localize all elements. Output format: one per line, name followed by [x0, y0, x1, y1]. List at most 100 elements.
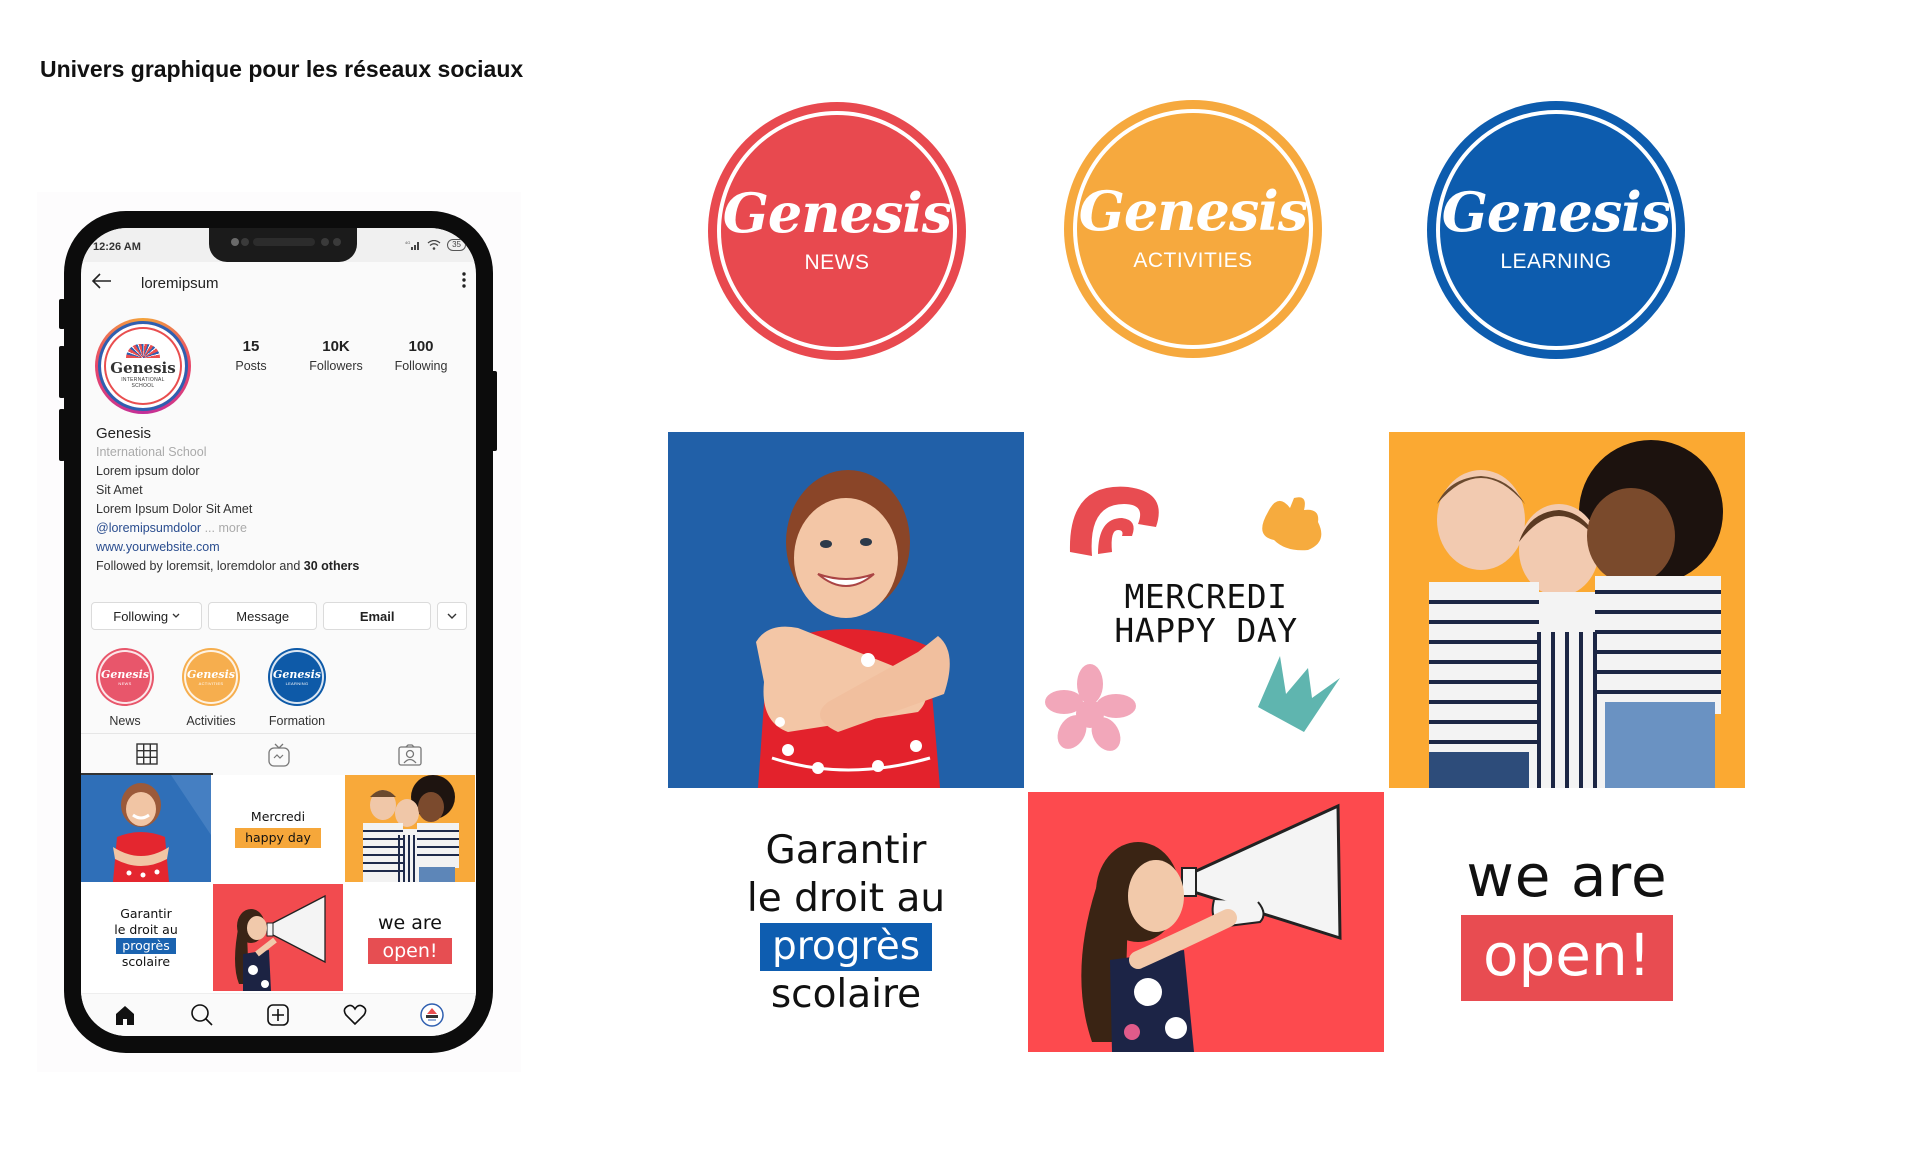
followed-by-and: and [275, 559, 304, 573]
stat-posts[interactable]: 15 Posts [211, 338, 291, 373]
kids-group-photo [363, 775, 459, 882]
svg-text:4G: 4G [405, 240, 410, 245]
nav-add-post[interactable] [263, 1000, 293, 1030]
suggestions-dropdown-button[interactable] [437, 602, 468, 630]
highlight-formation[interactable]: Genesis LEARNING Formation [267, 648, 327, 728]
back-arrow-icon[interactable] [91, 271, 113, 291]
droit-line: le droit au [746, 876, 946, 921]
post-text: Mercredi [250, 809, 306, 824]
highlight-cover: Genesis LEARNING [268, 648, 326, 706]
rainbow-shape-icon [1069, 486, 1159, 556]
logo-brand: Genesis [1078, 179, 1308, 243]
page-title: Univers graphique pour les réseaux socia… [40, 56, 524, 82]
highlight-cover: Genesis NEWS [96, 648, 154, 706]
stat-followers[interactable]: 10K Followers [296, 338, 376, 373]
tile-megaphone [1028, 792, 1384, 1052]
battery-indicator: 35 [447, 239, 466, 251]
phone-volume-up-button [59, 346, 65, 398]
bottom-navigation [81, 993, 476, 1036]
highlight-brand: Genesis [273, 668, 321, 681]
profile-actions: Following Message Email [91, 602, 468, 630]
wifi-icon [427, 240, 441, 250]
post-grid: Mercredi happy day Garantir le droit au … [81, 775, 476, 993]
bio-line: Sit Amet [96, 483, 143, 497]
tab-igtv[interactable] [213, 734, 345, 775]
nav-activity[interactable] [340, 1000, 370, 1030]
add-post-icon [267, 1004, 290, 1026]
highlight-label: News [109, 714, 141, 728]
home-icon [114, 1004, 136, 1026]
post-kids-orange[interactable] [345, 775, 475, 882]
phone-notch [209, 228, 357, 262]
highlight-label: Activities [186, 714, 236, 728]
post-megaphone[interactable] [213, 884, 343, 991]
highlight-sub: ACTIVITIES [198, 681, 224, 686]
avatar-brand: Genesis [110, 358, 176, 377]
message-button[interactable]: Message [208, 602, 317, 630]
post-text: we are [378, 911, 442, 934]
chevron-down-icon [172, 613, 180, 619]
profile-stats: 15 Posts 10K Followers 100 Following [211, 338, 461, 373]
kids-group-photo [1429, 440, 1723, 788]
post-text: scolaire [121, 953, 171, 969]
highlight-news[interactable]: Genesis NEWS News [95, 648, 155, 728]
avatar-logo: Genesis INTERNATIONAL SCHOOL [98, 321, 188, 411]
stat-label: Following [394, 359, 448, 373]
tab-grid[interactable] [81, 734, 213, 775]
girl-hugging-photo [756, 470, 950, 788]
highlight-activities[interactable]: Genesis ACTIVITIES Activities [181, 648, 241, 728]
profile-avatar[interactable]: Genesis INTERNATIONAL SCHOOL [95, 318, 191, 414]
logo-subtitle: ACTIVITIES [1133, 249, 1253, 272]
logo-subtitle: NEWS [804, 251, 870, 274]
bio-mention-link[interactable]: @loremipsumdolor [96, 521, 201, 535]
flower-shape-icon [1045, 664, 1136, 751]
nav-search[interactable] [187, 1000, 217, 1030]
profile-bio: Genesis International School Lorem ipsum… [96, 424, 359, 576]
status-icons: 4G 35 [405, 239, 466, 251]
status-time: 12:26 AM [93, 241, 141, 253]
open-highlight: open! [1461, 915, 1673, 1001]
phone-screen: 12:26 AM 4G 35 loremipsum Genesis INTERN… [81, 228, 476, 1036]
following-label: Following [113, 608, 169, 624]
phone-mockup: 12:26 AM 4G 35 loremipsum Genesis INTERN… [59, 211, 497, 1053]
bio-category: International School [96, 445, 207, 459]
post-girl-blue[interactable] [81, 775, 211, 882]
chevron-down-icon [447, 613, 457, 620]
tab-tagged[interactable] [344, 734, 476, 775]
bio-line: Lorem ipsum dolor [96, 464, 200, 478]
stat-label: Posts [235, 359, 267, 373]
blob-shape-icon [1262, 497, 1322, 551]
bio-name: Genesis [96, 425, 152, 442]
tile-garantir: Garantir le droit au progrès scolaire [668, 792, 1024, 1054]
avatar-subtitle-2: SCHOOL [131, 382, 155, 389]
bio-website-link[interactable]: www.yourwebsite.com [96, 538, 359, 557]
crown-shape-icon [1258, 656, 1340, 732]
more-options-icon[interactable] [462, 272, 466, 288]
following-button[interactable]: Following [91, 602, 203, 630]
post-text-highlight: open! [368, 937, 452, 964]
post-we-are-open[interactable]: we are open! [345, 884, 475, 991]
profile-username: loremipsum [141, 275, 219, 292]
logo-learning: Genesis LEARNING [1427, 101, 1685, 359]
stat-following[interactable]: 100 Following [381, 338, 461, 373]
post-garantir[interactable]: Garantir le droit au progrès scolaire [81, 884, 211, 991]
fan-logo-icon [126, 343, 160, 358]
logo-activities: Genesis ACTIVITIES [1064, 100, 1322, 358]
garantir-line: Garantir [765, 828, 927, 873]
nav-home[interactable] [110, 1000, 140, 1030]
profile-icon [419, 1003, 444, 1027]
email-button[interactable]: Email [322, 602, 432, 630]
followed-by[interactable]: Followed by loremsit, loremdolor and 30 … [96, 557, 359, 576]
headline-line-2: HAPPY DAY [1114, 611, 1298, 650]
search-icon [190, 1003, 214, 1027]
tile-kids-orange [1389, 432, 1745, 788]
post-text: Garantir [120, 905, 172, 921]
mercredi-headline: MERCREDI HAPPY DAY [1028, 580, 1384, 648]
sensor [241, 238, 249, 246]
front-camera [231, 238, 239, 246]
nav-profile[interactable] [417, 1000, 447, 1030]
post-mercredi[interactable]: Mercredi happy day [213, 775, 343, 882]
bio-more-link[interactable]: ... more [205, 521, 247, 535]
logo-news: Genesis NEWS [708, 102, 966, 360]
progres-highlight: progrès [759, 923, 933, 971]
